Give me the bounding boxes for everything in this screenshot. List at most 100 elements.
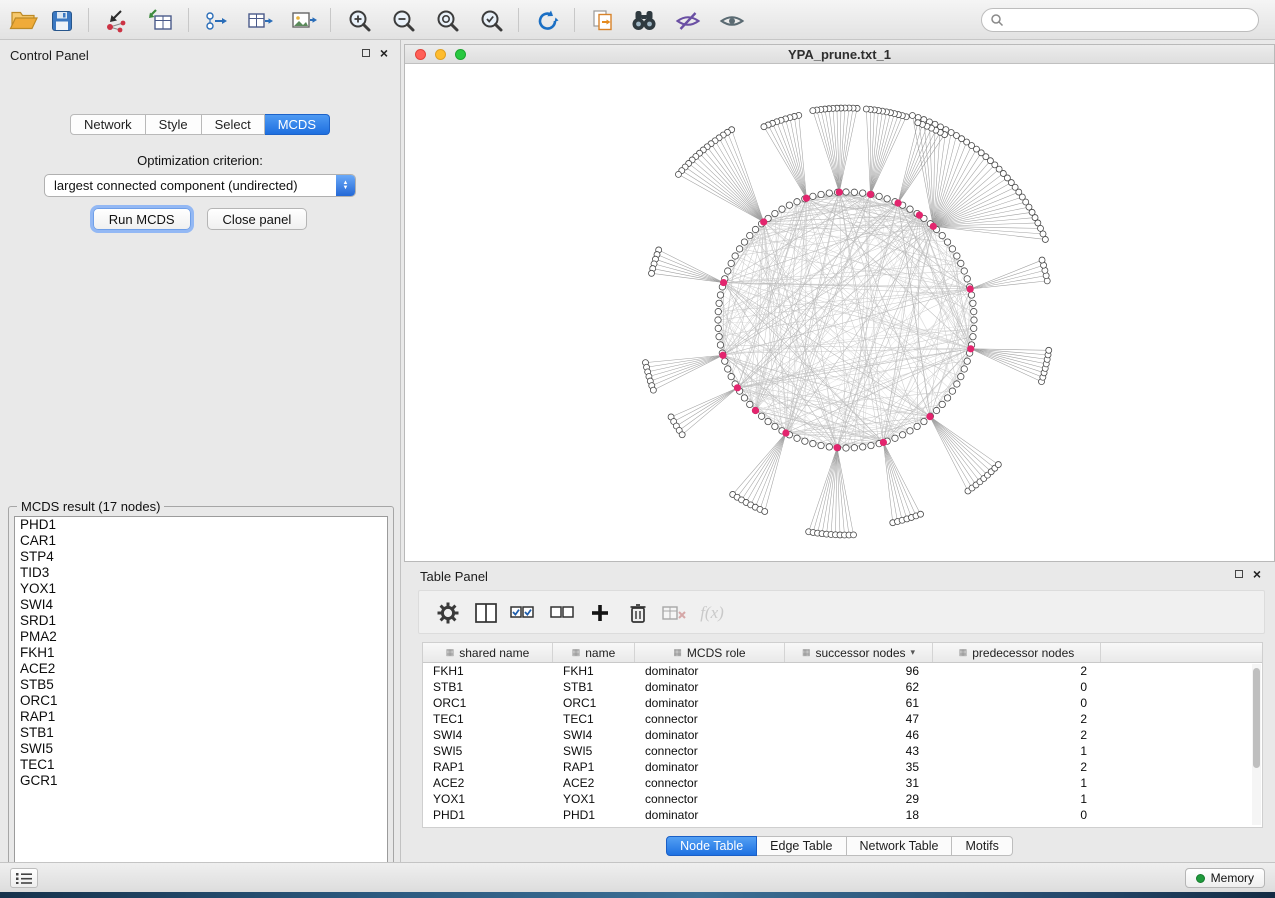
table-row[interactable]: PHD1PHD1dominator180 [423, 807, 1262, 823]
table-cell[interactable]: 2 [933, 663, 1101, 679]
select-all-icon[interactable] [507, 599, 537, 627]
tab-style[interactable]: Style [146, 114, 202, 135]
table-row[interactable]: SWI4SWI4dominator462 [423, 727, 1262, 743]
table-row[interactable]: RAP1RAP1dominator352 [423, 759, 1262, 775]
column-header-MCDS-role[interactable]: ▦MCDS role [635, 643, 785, 662]
table-cell[interactable]: dominator [635, 663, 785, 679]
float-panel-icon[interactable] [362, 49, 370, 57]
table-cell[interactable]: 62 [785, 679, 933, 695]
result-node-item[interactable]: FKH1 [15, 645, 387, 661]
float-table-panel-icon[interactable] [1235, 570, 1243, 578]
table-cell[interactable]: 43 [785, 743, 933, 759]
table-cell[interactable]: dominator [635, 727, 785, 743]
table-row[interactable]: ORC1ORC1dominator610 [423, 695, 1262, 711]
zoom-fit-icon[interactable] [432, 7, 464, 34]
result-node-item[interactable]: ORC1 [15, 693, 387, 709]
table-cell[interactable]: 2 [933, 759, 1101, 775]
zoom-out-icon[interactable] [388, 7, 420, 34]
table-cell[interactable]: STB1 [423, 679, 553, 695]
criterion-dropdown[interactable]: largest connected component (undirected)… [44, 174, 356, 197]
function-builder-icon[interactable]: f(x) [697, 599, 727, 627]
table-cell[interactable]: 35 [785, 759, 933, 775]
table-cell[interactable]: SWI4 [553, 727, 635, 743]
result-node-item[interactable]: SRD1 [15, 613, 387, 629]
clear-table-icon[interactable] [659, 599, 689, 627]
result-node-item[interactable]: PMA2 [15, 629, 387, 645]
close-panel-button[interactable]: Close panel [207, 208, 308, 230]
task-history-icon[interactable] [10, 868, 38, 888]
run-mcds-button[interactable]: Run MCDS [93, 208, 191, 230]
table-cell[interactable]: connector [635, 791, 785, 807]
table-cell[interactable]: connector [635, 743, 785, 759]
table-cell[interactable]: PHD1 [423, 807, 553, 823]
table-cell[interactable]: dominator [635, 759, 785, 775]
column-header-shared-name[interactable]: ▦shared name [423, 643, 553, 662]
table-cell[interactable]: STB1 [553, 679, 635, 695]
table-row[interactable]: SWI5SWI5connector431 [423, 743, 1262, 759]
result-node-item[interactable]: STP4 [15, 549, 387, 565]
table-cell[interactable]: 0 [933, 679, 1101, 695]
table-cell[interactable]: YOX1 [423, 791, 553, 807]
first-neighbors-icon[interactable] [628, 7, 660, 34]
close-panel-icon[interactable]: × [380, 48, 388, 58]
hide-selected-icon[interactable] [672, 7, 704, 34]
export-image-icon[interactable] [288, 7, 320, 34]
table-cell[interactable]: SWI5 [423, 743, 553, 759]
deselect-all-icon[interactable] [547, 599, 577, 627]
table-cell[interactable]: 29 [785, 791, 933, 807]
tab-network[interactable]: Network [70, 114, 146, 135]
zoom-in-icon[interactable] [344, 7, 376, 34]
table-cell[interactable]: RAP1 [423, 759, 553, 775]
table-cell[interactable]: connector [635, 775, 785, 791]
table-cell[interactable]: FKH1 [553, 663, 635, 679]
table-cell[interactable]: SWI5 [553, 743, 635, 759]
table-cell[interactable]: dominator [635, 679, 785, 695]
table-cell[interactable]: FKH1 [423, 663, 553, 679]
table-cell[interactable]: YOX1 [553, 791, 635, 807]
table-cell[interactable]: PHD1 [553, 807, 635, 823]
result-node-item[interactable]: SWI5 [15, 741, 387, 757]
table-cell[interactable]: connector [635, 711, 785, 727]
export-table-icon[interactable] [244, 7, 276, 34]
table-cell[interactable]: dominator [635, 807, 785, 823]
copy-share-icon[interactable] [588, 7, 620, 34]
minimize-window-icon[interactable] [435, 49, 446, 60]
table-cell[interactable]: 1 [933, 743, 1101, 759]
table-cell[interactable]: ORC1 [423, 695, 553, 711]
result-node-item[interactable]: PHD1 [15, 517, 387, 533]
table-cell[interactable]: ORC1 [553, 695, 635, 711]
result-node-item[interactable]: ACE2 [15, 661, 387, 677]
table-row[interactable]: YOX1YOX1connector291 [423, 791, 1262, 807]
result-node-item[interactable]: RAP1 [15, 709, 387, 725]
show-all-icon[interactable] [716, 7, 748, 34]
save-icon[interactable] [46, 7, 78, 34]
show-columns-icon[interactable] [471, 599, 501, 627]
refresh-icon[interactable] [532, 7, 564, 34]
table-settings-gear-icon[interactable] [433, 599, 463, 627]
zoom-selected-icon[interactable] [476, 7, 508, 34]
maximize-window-icon[interactable] [455, 49, 466, 60]
close-window-icon[interactable] [415, 49, 426, 60]
table-cell[interactable]: RAP1 [553, 759, 635, 775]
table-row[interactable]: FKH1FKH1dominator962 [423, 663, 1262, 679]
table-cell[interactable]: 0 [933, 807, 1101, 823]
table-cell[interactable]: ACE2 [423, 775, 553, 791]
result-node-item[interactable]: YOX1 [15, 581, 387, 597]
export-network-icon[interactable] [200, 7, 232, 34]
table-cell[interactable]: 31 [785, 775, 933, 791]
table-cell[interactable]: dominator [635, 695, 785, 711]
table-row[interactable]: TEC1TEC1connector472 [423, 711, 1262, 727]
table-cell[interactable]: 0 [933, 695, 1101, 711]
column-header-predecessor-nodes[interactable]: ▦predecessor nodes [933, 643, 1101, 662]
result-node-item[interactable]: STB1 [15, 725, 387, 741]
table-cell[interactable]: 1 [933, 775, 1101, 791]
table-row[interactable]: ACE2ACE2connector311 [423, 775, 1262, 791]
open-file-icon[interactable] [8, 7, 40, 34]
add-column-icon[interactable] [585, 599, 615, 627]
tab-mcds[interactable]: MCDS [265, 114, 330, 135]
table-scrollbar-thumb[interactable] [1253, 668, 1260, 768]
table-cell[interactable]: ACE2 [553, 775, 635, 791]
table-cell[interactable]: 47 [785, 711, 933, 727]
import-table-icon[interactable] [144, 7, 176, 34]
network-canvas[interactable] [405, 64, 1274, 561]
